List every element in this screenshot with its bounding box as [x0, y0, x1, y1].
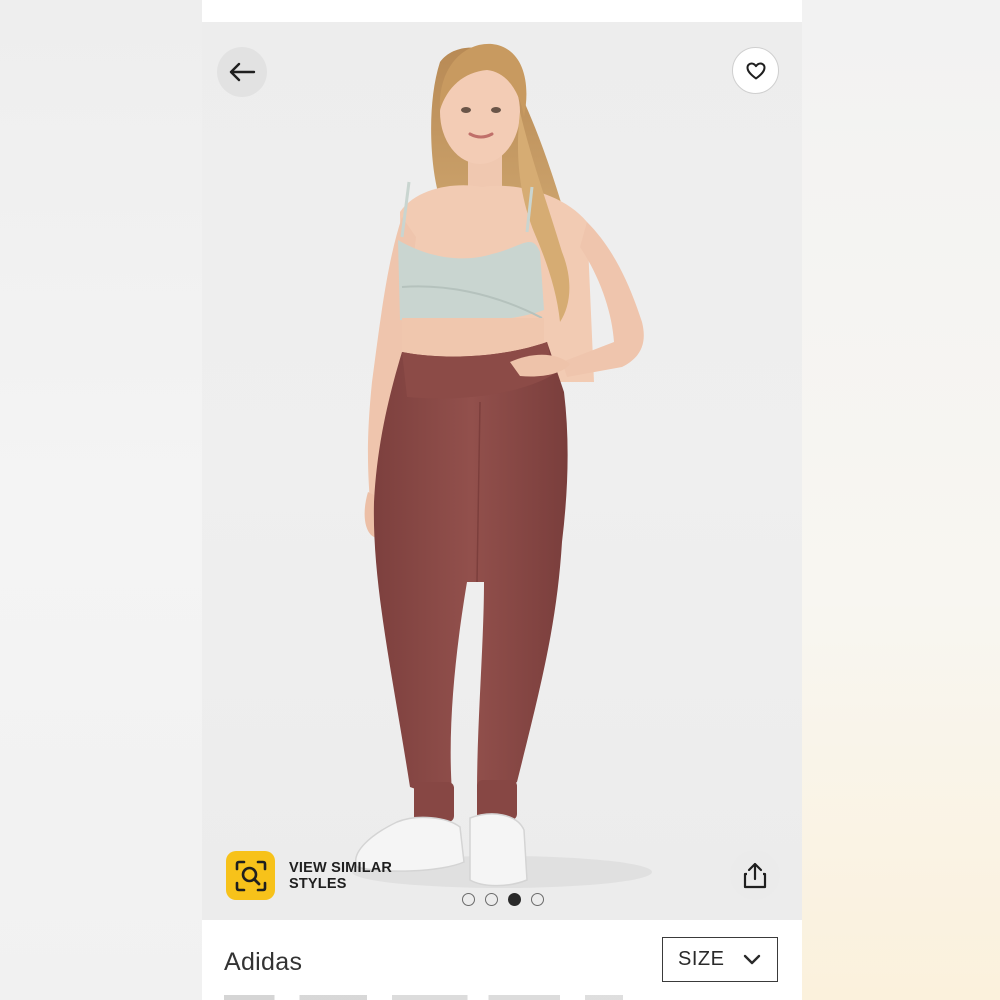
size-selector-label: SIZE — [678, 948, 725, 970]
view-similar-label: VIEW SIMILAR STYLES — [289, 860, 399, 892]
gallery-dot[interactable] — [462, 893, 475, 906]
favorite-button[interactable] — [732, 47, 779, 94]
product-image-gallery[interactable]: VIEW SIMILAR STYLES — [202, 22, 802, 920]
share-button[interactable] — [730, 850, 780, 900]
view-similar-line1: VIEW SIMILAR — [289, 859, 393, 876]
share-icon — [743, 862, 767, 889]
page-backdrop-left — [0, 0, 202, 1000]
gallery-dot[interactable] — [531, 893, 544, 906]
product-page: VIEW SIMILAR STYLES Adidas SIZE — [202, 0, 802, 1000]
product-brand[interactable]: Adidas — [224, 948, 302, 977]
heart-icon — [746, 62, 765, 79]
page-backdrop-right — [802, 0, 1000, 1000]
arrow-left-icon — [229, 62, 256, 82]
gallery-dot-active[interactable] — [508, 893, 521, 906]
view-similar-styles-button[interactable]: VIEW SIMILAR STYLES — [226, 851, 399, 900]
product-title-cropped — [224, 995, 644, 1000]
chevron-down-icon — [743, 954, 761, 964]
back-button[interactable] — [217, 47, 267, 97]
gallery-pagination — [462, 893, 544, 906]
product-info: Adidas SIZE — [202, 920, 802, 1000]
view-similar-line2: STYLES — [289, 875, 347, 892]
product-photo — [352, 43, 652, 888]
top-bar — [202, 0, 802, 22]
visual-search-icon — [226, 851, 275, 900]
size-selector[interactable]: SIZE — [662, 937, 778, 982]
gallery-dot[interactable] — [485, 893, 498, 906]
